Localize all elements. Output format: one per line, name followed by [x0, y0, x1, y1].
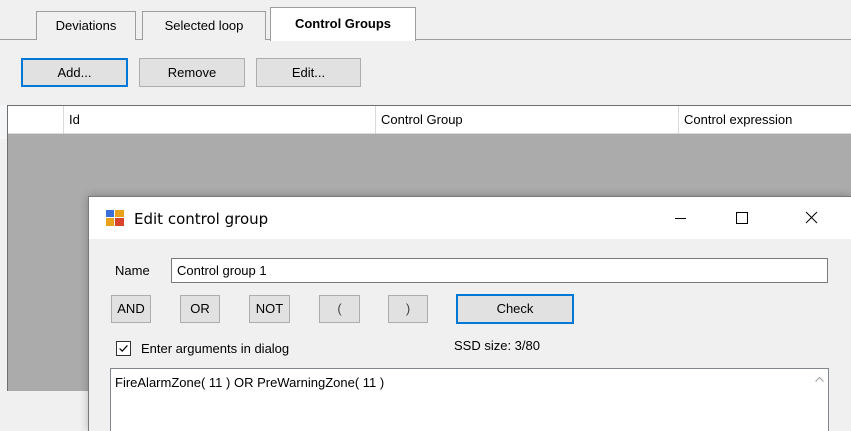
- app-icon: [106, 210, 124, 226]
- scroll-up-icon[interactable]: [814, 374, 825, 385]
- and-button[interactable]: AND: [111, 295, 151, 323]
- edit-button[interactable]: Edit...: [256, 58, 361, 87]
- vertical-scrollbar[interactable]: [811, 369, 828, 431]
- close-paren-button[interactable]: ): [388, 295, 428, 323]
- column-header-control-group[interactable]: Control Group: [376, 106, 679, 134]
- grid-header: Id Control Group Control expression: [7, 105, 851, 134]
- add-button[interactable]: Add...: [21, 58, 128, 87]
- name-field[interactable]: Control group 1: [171, 258, 828, 283]
- dialog-title: Edit control group: [134, 210, 269, 228]
- column-header-control-expression[interactable]: Control expression: [679, 106, 851, 134]
- edit-control-group-dialog: Edit control group Name Control group 1 …: [88, 196, 851, 431]
- or-button[interactable]: OR: [180, 295, 220, 323]
- expression-textarea[interactable]: FireAlarmZone( 11 ) OR PreWarningZone( 1…: [110, 368, 829, 431]
- column-header-id[interactable]: Id: [64, 106, 376, 134]
- remove-button[interactable]: Remove: [139, 58, 245, 87]
- not-button[interactable]: NOT: [249, 295, 290, 323]
- tab-control-groups[interactable]: Control Groups: [270, 7, 416, 41]
- close-icon[interactable]: [789, 197, 835, 239]
- enter-arguments-label[interactable]: Enter arguments in dialog: [141, 341, 289, 356]
- enter-arguments-checkbox[interactable]: [116, 341, 131, 356]
- tab-selected-loop[interactable]: Selected loop: [142, 11, 266, 40]
- ssd-size-label: SSD size: 3/80: [454, 338, 540, 353]
- tab-strip: Deviations Selected loop Control Groups: [0, 0, 851, 41]
- name-label: Name: [115, 263, 150, 278]
- dialog-titlebar[interactable]: Edit control group: [89, 197, 851, 239]
- check-button[interactable]: Check: [456, 294, 574, 324]
- minimize-icon[interactable]: [657, 197, 703, 239]
- expression-text: FireAlarmZone( 11 ) OR PreWarningZone( 1…: [115, 375, 385, 390]
- open-paren-button[interactable]: (: [319, 295, 360, 323]
- tab-deviations[interactable]: Deviations: [36, 11, 136, 40]
- maximize-icon[interactable]: [719, 197, 765, 239]
- row-header-cell: [8, 106, 64, 134]
